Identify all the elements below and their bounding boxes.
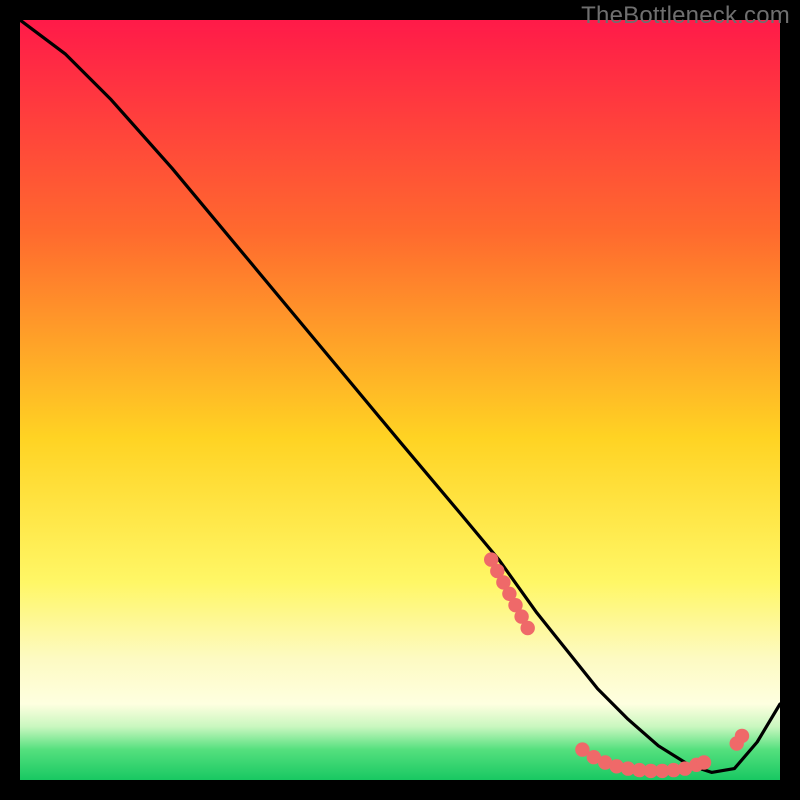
data-dot	[697, 755, 711, 769]
data-dot	[735, 729, 749, 743]
data-dot	[521, 621, 535, 635]
gradient-bg	[20, 20, 780, 780]
watermark-text: TheBottleneck.com	[581, 2, 790, 30]
bottleneck-chart	[20, 20, 780, 780]
chart-frame	[20, 20, 780, 780]
